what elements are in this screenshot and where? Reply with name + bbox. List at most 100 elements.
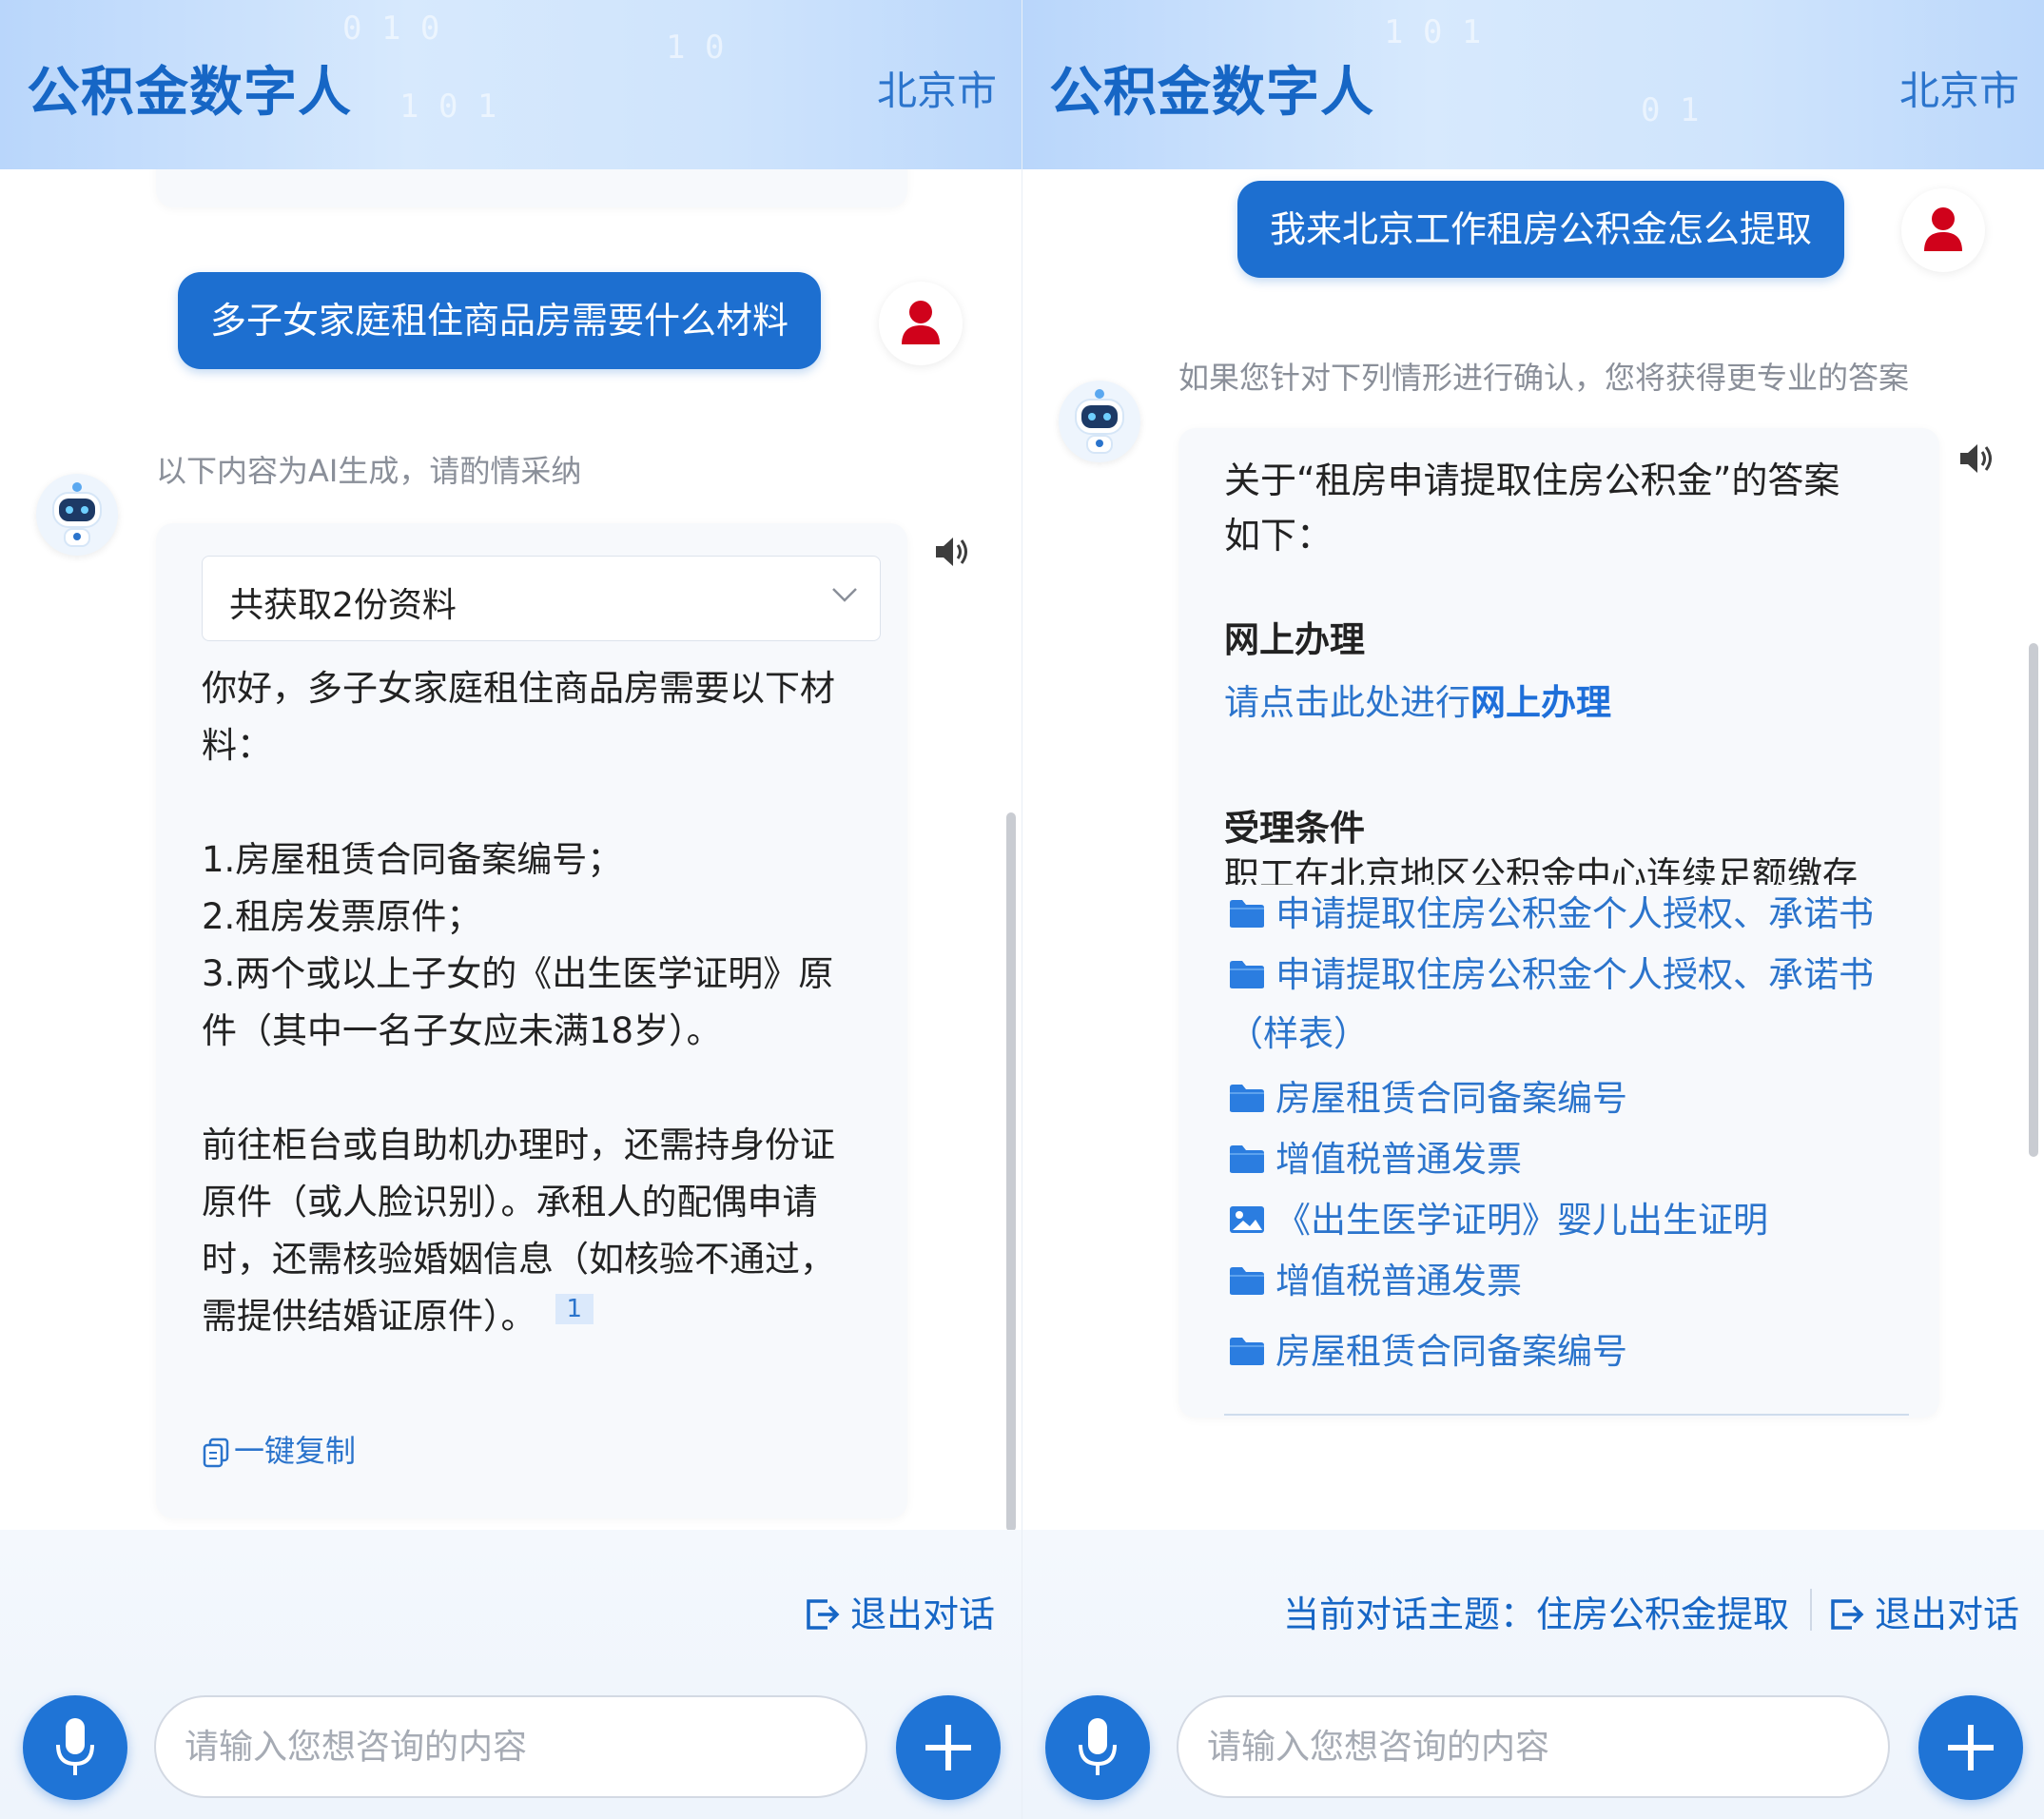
attachment-label: 申请提取住房公积金个人授权、承诺书 bbox=[1275, 893, 1874, 934]
exit-chat-button[interactable]: 退出对话 bbox=[803, 1585, 995, 1637]
divider-line bbox=[1224, 1414, 1909, 1416]
user-avatar bbox=[1901, 188, 1985, 272]
header-decoration: 1 0 bbox=[666, 29, 725, 67]
online-handle-link[interactable]: 请点击此处进行网上办理 bbox=[1224, 674, 1611, 725]
attachment-link[interactable]: 申请提取住房公积金个人授权、承诺书（样表） bbox=[1228, 946, 1932, 1064]
answer-title-line: 如下： bbox=[1224, 515, 1333, 557]
user-avatar bbox=[879, 282, 963, 365]
folder-icon bbox=[1230, 1144, 1264, 1173]
bot-avatar bbox=[1059, 381, 1140, 462]
attachment-link[interactable]: 增值税普通发票 bbox=[1228, 1252, 1522, 1311]
copy-button-label: 一键复制 bbox=[234, 1433, 357, 1469]
app-title: 公积金数字人 bbox=[1049, 62, 1374, 124]
current-topic: 当前对话主题：住房公积金提取 bbox=[1283, 1594, 1790, 1635]
conditions-text: 职工在北京地区公积金中心连续足额缴存 bbox=[1224, 854, 1858, 885]
folder-icon bbox=[1230, 899, 1264, 928]
user-message-bubble: 我来北京工作租房公积金怎么提取 bbox=[1237, 181, 1845, 278]
chevron-down-icon bbox=[832, 588, 857, 602]
voice-input-button[interactable] bbox=[1045, 1695, 1150, 1800]
folder-icon bbox=[1230, 1266, 1264, 1295]
answer-text: 你好，多子女家庭租住商品房需要以下材 料： 1.房屋租赁合同备案编号； 2.租房… bbox=[202, 660, 886, 1345]
message-input-box[interactable] bbox=[1177, 1695, 1890, 1798]
app-header: 0 1 0 1 0 1 1 0 公积金数字人 北京市 bbox=[0, 0, 1022, 169]
answer-title: 关于“租房申请提取住房公积金”的答案 如下： bbox=[1224, 453, 1909, 563]
reference-badge[interactable]: 1 bbox=[555, 1294, 594, 1324]
exit-chat-label: 退出对话 bbox=[850, 1594, 996, 1635]
answer-item: 3.两个或以上子女的《出生医学证明》原 bbox=[202, 953, 834, 994]
message-input[interactable] bbox=[1207, 1720, 1854, 1773]
answer-item: 1.房屋租赁合同备案编号； bbox=[202, 839, 623, 880]
input-bar: 当前对话主题：住房公积金提取 退出对话 bbox=[1022, 1530, 2044, 1819]
add-button[interactable] bbox=[896, 1695, 1001, 1800]
ai-notice: 以下内容为AI生成，请酌情采纳 bbox=[156, 453, 582, 489]
copy-icon bbox=[203, 1438, 229, 1468]
answer-note: 前往柜台或自助机办理时，还需持身份证 bbox=[202, 1125, 835, 1165]
answer-note: 需提供结婚证原件）。 bbox=[202, 1296, 536, 1337]
online-link-prefix: 请点击此处进行 bbox=[1224, 682, 1470, 723]
speaker-icon[interactable] bbox=[930, 529, 976, 575]
header-decoration: 0 1 0 bbox=[342, 10, 440, 48]
app-title: 公积金数字人 bbox=[27, 62, 352, 124]
sources-dropdown-label: 共获取2份资料 bbox=[229, 586, 457, 625]
exit-icon bbox=[807, 1598, 840, 1630]
answer-item: 2.租房发票原件； bbox=[202, 896, 482, 937]
scrollbar[interactable] bbox=[2029, 643, 2038, 1157]
previous-answer-card bbox=[156, 169, 907, 207]
user-icon bbox=[902, 301, 940, 344]
attachment-link[interactable]: 增值税普通发票 bbox=[1228, 1130, 1522, 1189]
exit-chat-button[interactable]: 退出对话 bbox=[1827, 1585, 2019, 1637]
section-heading-online: 网上办理 bbox=[1224, 619, 1365, 660]
voice-input-button[interactable] bbox=[23, 1695, 127, 1800]
city-selector[interactable]: 北京市 bbox=[877, 59, 997, 117]
attachment-link[interactable]: 房屋租赁合同备案编号 bbox=[1228, 1322, 1627, 1381]
attachment-link[interactable]: 房屋租赁合同备案编号 bbox=[1228, 1069, 1627, 1128]
answer-note: 原件（或人脸识别）。承租人的配偶申请 bbox=[202, 1182, 818, 1222]
message-input-box[interactable] bbox=[154, 1695, 867, 1798]
chat-area: 多子女家庭租住商品房需要什么材料 以下内容为AI生成，请酌情采纳 共获取2份资料… bbox=[0, 169, 1022, 1530]
user-icon bbox=[1924, 207, 1962, 251]
city-selector[interactable]: 北京市 bbox=[1899, 59, 2019, 117]
input-bar: 退出对话 bbox=[0, 1530, 1022, 1819]
answer-line: 你好，多子女家庭租住商品房需要以下材 bbox=[202, 668, 835, 709]
answer-note: 时，还需核验婚姻信息（如核验不通过， bbox=[202, 1239, 835, 1280]
user-message-bubble: 多子女家庭租住商品房需要什么材料 bbox=[178, 272, 822, 369]
plus-icon bbox=[925, 1725, 971, 1770]
app-header: 1 0 1 0 1 公积金数字人 北京市 bbox=[1022, 0, 2044, 169]
answer-note-last: 需提供结婚证原件）。 1 bbox=[202, 1288, 886, 1345]
folder-icon bbox=[1230, 1337, 1264, 1365]
exit-chat-label: 退出对话 bbox=[1875, 1594, 2020, 1635]
header-decoration: 1 0 1 bbox=[399, 88, 497, 126]
bot-avatar bbox=[36, 474, 118, 556]
attachment-label: 《出生医学证明》婴儿出生证明 bbox=[1275, 1200, 1768, 1241]
chat-panel-left: 0 1 0 1 0 1 1 0 公积金数字人 北京市 多子女家庭租住商品房需要什… bbox=[0, 0, 1022, 1819]
confirm-hint: 如果您针对下列情形进行确认，您将获得更专业的答案 bbox=[1178, 360, 1910, 396]
chat-panel-right: 1 0 1 0 1 公积金数字人 北京市 我来北京工作租房公积金怎么提取 如果您… bbox=[1022, 0, 2044, 1819]
sources-dropdown[interactable]: 共获取2份资料 bbox=[202, 556, 881, 641]
microphone-icon bbox=[56, 1718, 94, 1775]
attachment-label: 增值税普通发票 bbox=[1275, 1139, 1522, 1180]
add-button[interactable] bbox=[1918, 1695, 2023, 1800]
attachment-link[interactable]: 《出生医学证明》婴儿出生证明 bbox=[1228, 1191, 1768, 1250]
copy-button[interactable]: 一键复制 bbox=[202, 1427, 356, 1471]
message-input[interactable] bbox=[185, 1720, 831, 1773]
answer-item: 件（其中一名子女应未满18岁）。 bbox=[202, 1010, 722, 1051]
section-heading-conditions: 受理条件 bbox=[1224, 808, 1365, 849]
answer-line: 料： bbox=[202, 725, 272, 766]
attachment-label: 房屋租赁合同备案编号 bbox=[1275, 1078, 1627, 1119]
online-link-bold: 网上办理 bbox=[1470, 682, 1611, 723]
chat-area: 我来北京工作租房公积金怎么提取 如果您针对下列情形进行确认，您将获得更专业的答案 bbox=[1022, 169, 2044, 1530]
plus-icon bbox=[1948, 1725, 1994, 1770]
microphone-icon bbox=[1079, 1718, 1117, 1775]
folder-icon bbox=[1230, 960, 1264, 988]
attachment-link[interactable]: 申请提取住房公积金个人授权、承诺书 bbox=[1228, 885, 1874, 944]
attachment-label: 房屋租赁合同备案编号 bbox=[1275, 1331, 1627, 1372]
speaker-icon[interactable] bbox=[1955, 436, 2000, 481]
answer-title-line: 关于“租房申请提取住房公积金”的答案 bbox=[1224, 460, 1840, 501]
image-icon bbox=[1230, 1205, 1264, 1233]
scrollbar[interactable] bbox=[1006, 812, 1016, 1530]
robot-icon bbox=[1075, 389, 1124, 454]
exit-icon bbox=[1831, 1598, 1864, 1630]
topic-separator bbox=[1810, 1589, 1812, 1631]
attachment-label: 申请提取住房公积金个人授权、承诺书（样表） bbox=[1228, 954, 1874, 1054]
attachment-label: 增值税普通发票 bbox=[1275, 1261, 1522, 1301]
